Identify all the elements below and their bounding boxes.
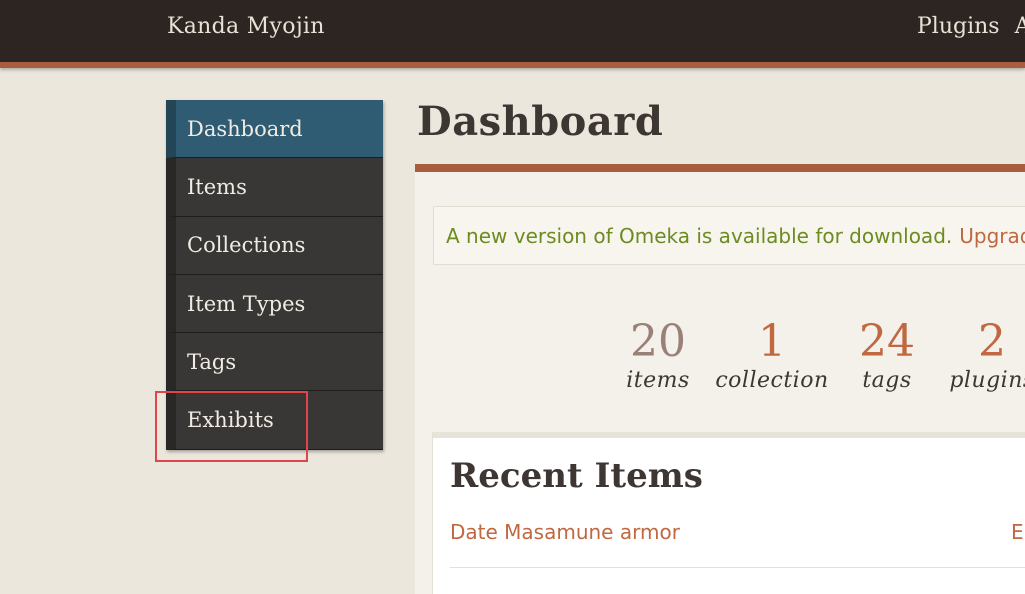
header-stripe (0, 62, 1025, 68)
stat-collections[interactable]: 1 collection (712, 316, 832, 393)
page-title: Dashboard (417, 98, 664, 145)
stat-tags-label: tags (862, 368, 912, 393)
stat-items[interactable]: 20 items (620, 316, 696, 393)
exhibits-highlight-box (155, 391, 308, 462)
stat-collections-value: 1 (758, 316, 786, 367)
stat-collections-label: collection (715, 368, 829, 393)
sidebar-item-dashboard[interactable]: Dashboard (166, 100, 383, 159)
sidebar-item-tags[interactable]: Tags (166, 333, 383, 392)
stat-plugins[interactable]: 2 plugins (942, 316, 1025, 393)
sidebar-item-items[interactable]: Items (166, 158, 383, 217)
stat-items-value: 20 (630, 316, 686, 367)
upgrade-link[interactable]: Upgrade (959, 224, 1025, 248)
site-title[interactable]: Kanda Myojin (167, 14, 325, 39)
stat-plugins-label: plugins (949, 368, 1025, 393)
recent-item-link[interactable]: Date Masamune armor (450, 520, 680, 544)
top-nav: Plugins A (917, 14, 1025, 39)
top-nav-appearance[interactable]: A (1015, 14, 1025, 39)
stat-plugins-value: 2 (978, 316, 1006, 367)
update-notice: A new version of Omeka is available for … (433, 206, 1025, 265)
sidebar-item-collections[interactable]: Collections (166, 216, 383, 275)
stat-items-label: items (626, 368, 690, 393)
top-header: Kanda Myojin Plugins A (0, 0, 1025, 62)
recent-items-divider (450, 567, 1025, 568)
recent-items-title: Recent Items (450, 456, 703, 496)
sidebar-item-item-types[interactable]: Item Types (166, 274, 383, 334)
stat-tags[interactable]: 24 tags (852, 316, 922, 393)
stat-tags-value: 24 (859, 316, 915, 367)
recent-item-edit-link[interactable]: E (1011, 520, 1024, 544)
top-nav-plugins[interactable]: Plugins (917, 14, 1000, 39)
update-notice-message: A new version of Omeka is available for … (446, 223, 953, 248)
